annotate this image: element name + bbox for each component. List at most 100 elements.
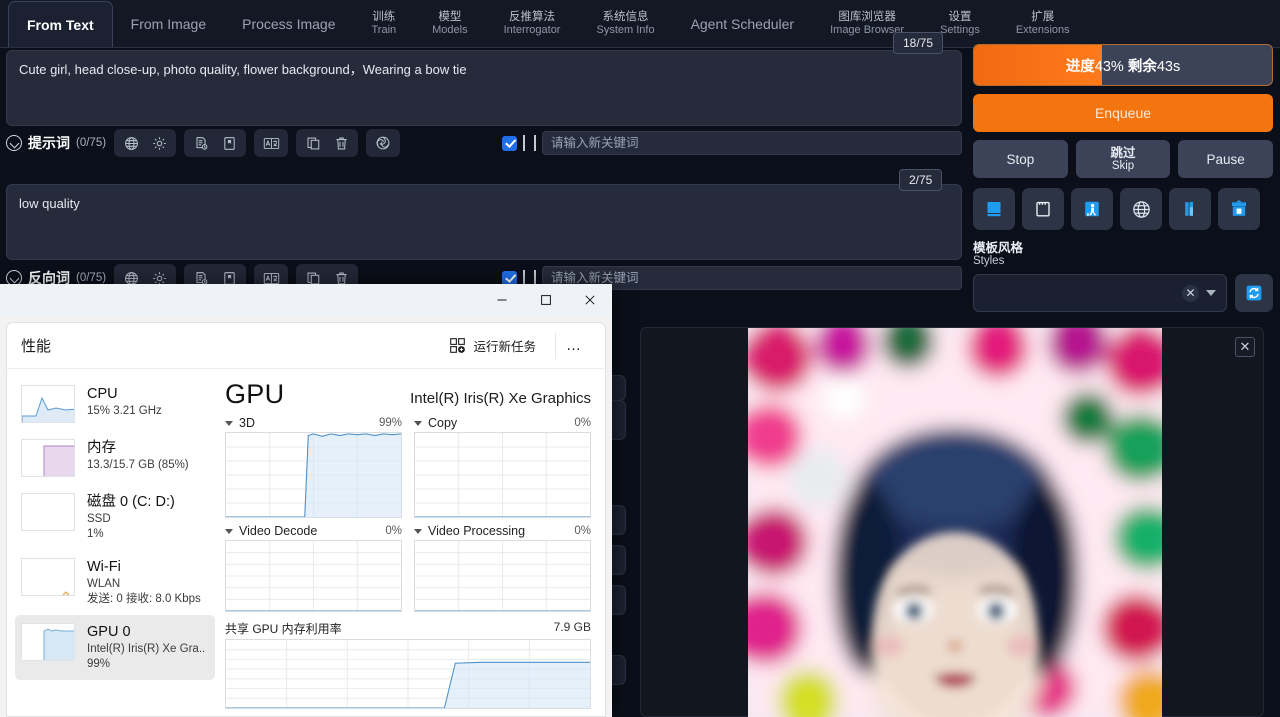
chart-plot (414, 540, 591, 612)
gpu-device-name: Intel(R) Iris(R) Xe Graphics (410, 390, 591, 407)
tab-label-en: Interrogator (503, 24, 561, 36)
stop-button[interactable]: Stop (973, 140, 1068, 178)
prompt-section-title[interactable]: 提示词 (0/75) (6, 133, 106, 153)
output-gallery[interactable]: ✕ (640, 327, 1264, 717)
gpu-chart-row: 3D 99% Copy 0% (225, 416, 591, 518)
page-title: 性能 (21, 338, 52, 355)
chevron-down-icon[interactable] (1206, 290, 1216, 296)
gpu-charts-grid: 3D 99% Copy 0% Video Decode 0% Video Processin… (225, 416, 591, 612)
header-actions: 运行新任务 … (440, 331, 591, 360)
remaining-word-cn: 剩余 (1127, 58, 1157, 75)
sidebar-item--0-c-d-[interactable]: 磁盘 0 (C: D:) SSD 1% (15, 485, 215, 550)
translate-icon[interactable] (258, 132, 284, 154)
chevron-down-icon[interactable] (414, 420, 422, 426)
tab-label-en: System Info (596, 24, 655, 36)
chevron-down-icon[interactable] (225, 420, 233, 426)
copy-icon[interactable] (300, 132, 326, 154)
trash-icon[interactable] (328, 132, 354, 154)
quick-action-icons (973, 188, 1273, 230)
close-x-icon[interactable]: ✕ (1182, 284, 1199, 302)
tab-label: Agent Scheduler (690, 16, 795, 32)
task-manager-window[interactable]: 性能 运行新任务 … CPU 15% 3.21 GHz 内存 13.3/15.7… (0, 284, 612, 717)
sidebar-item-gpu-0[interactable]: GPU 0 Intel(R) Iris(R) Xe Gra.. 99% (15, 615, 215, 680)
tab-models[interactable]: 模型 Models (414, 1, 485, 47)
prompt-icon-group-4 (296, 129, 359, 157)
sidebar-item-sub2: 1% (87, 528, 104, 540)
sidebar-item-wi-fi[interactable]: Wi-Fi WLAN 发送: 0 接收: 8.0 Kbps (15, 550, 215, 615)
generated-image[interactable] (748, 328, 1162, 717)
negative-token-counter: 2/75 (899, 169, 943, 191)
book-icon[interactable] (973, 188, 1015, 230)
window-titlebar[interactable] (0, 284, 612, 316)
gear-icon[interactable] (146, 132, 172, 154)
tab-label-en: Settings (940, 24, 980, 36)
run-new-task-button[interactable]: 运行新任务 (440, 331, 545, 360)
pause-button[interactable]: Pause (1178, 140, 1274, 178)
prompt-keyword-checkbox[interactable] (502, 135, 517, 151)
chevron-down-icon (6, 135, 22, 151)
close-preview-button[interactable]: ✕ (1235, 337, 1255, 357)
generation-panel: 进度43% 剩余43s Enqueue Stop 跳过 Skip Pause 模… (973, 44, 1274, 312)
stop-label: Stop (1006, 151, 1035, 167)
sidebar-item-label: GPU 0 (87, 624, 131, 640)
person-icon[interactable] (1071, 188, 1113, 230)
archive-icon[interactable] (1218, 188, 1260, 230)
shared-memory-caption: 共享 GPU 内存利用率 7.9 GB (225, 620, 591, 637)
enqueue-button[interactable]: Enqueue (973, 94, 1273, 132)
chart-caption: Video Processing 0% (414, 524, 591, 540)
document-clock-icon[interactable] (188, 132, 214, 154)
chart-label: Video Decode (239, 524, 318, 538)
tab-label: From Text (27, 16, 94, 33)
more-options-button[interactable]: … (555, 332, 591, 359)
styles-label: 模板风格 Styles (973, 242, 1273, 268)
prompt-icon-group-5 (366, 129, 401, 157)
prompt-keyword-input[interactable]: 请输入新关键词 (542, 131, 962, 155)
transport-buttons: Stop 跳过 Skip Pause (973, 140, 1274, 178)
styles-select[interactable]: ✕ (973, 274, 1227, 312)
close-icon[interactable] (568, 284, 612, 316)
generate-progress-button[interactable]: 进度43% 剩余43s (973, 44, 1273, 86)
openai-swirl-icon[interactable] (370, 132, 396, 154)
clipboard-icon[interactable] (1022, 188, 1064, 230)
chart-caption: 3D 99% (225, 416, 402, 432)
skip-button[interactable]: 跳过 Skip (1075, 140, 1171, 178)
tab-from-image[interactable]: From Image (113, 1, 224, 47)
prompt-area: Cute girl, head close-up, photo quality,… (6, 50, 962, 126)
tab-extensions[interactable]: 扩展 Extensions (998, 1, 1088, 47)
minimize-icon[interactable] (480, 284, 524, 316)
bookmark-icon[interactable] (216, 132, 242, 154)
chart-label: Copy (428, 416, 458, 430)
chart-label: Video Processing (428, 524, 526, 538)
sidebar-item-sub1: WLAN (87, 578, 121, 590)
chart-value: 0% (574, 417, 591, 429)
globe-icon[interactable] (1120, 188, 1162, 230)
run-new-task-label: 运行新任务 (473, 340, 536, 354)
prompt-textarea[interactable]: Cute girl, head close-up, photo quality,… (6, 50, 962, 126)
sidebar-item-label: 磁盘 0 (C: D:) (87, 494, 175, 510)
bars-icon[interactable] (1169, 188, 1211, 230)
tab-label-en: Extensions (1015, 24, 1070, 36)
sidebar-item-sub1: 15% 3.21 GHz (87, 405, 162, 417)
maximize-icon[interactable] (524, 284, 568, 316)
tab-system-info[interactable]: 系统信息 System Info (578, 1, 672, 47)
chart-label: 3D (239, 416, 255, 430)
sidebar-item--[interactable]: 内存 13.3/15.7 GB (85%) (15, 431, 215, 485)
globe-icon[interactable] (118, 132, 144, 154)
sidebar-item-cpu[interactable]: CPU 15% 3.21 GHz (15, 377, 215, 431)
tab-label: Process Image (242, 16, 336, 32)
styles-label-en: Styles (973, 255, 1005, 267)
sidebar-item-sub2: 99% (87, 658, 111, 670)
negative-prompt-textarea[interactable]: low quality (6, 184, 962, 260)
tab-interrogator[interactable]: 反推算法 Interrogator (486, 1, 579, 47)
chevron-down-icon[interactable] (414, 528, 422, 534)
tab-train[interactable]: 训练 Train (353, 1, 414, 47)
tab-label-en: Train (371, 24, 397, 36)
sidebar-thumbnail (21, 439, 75, 477)
tab-from-text[interactable]: From Text (8, 1, 113, 47)
chevron-down-icon[interactable] (225, 528, 233, 534)
shared-memory-value: 7.9 GB (553, 620, 591, 634)
tab-agent-scheduler[interactable]: Agent Scheduler (673, 1, 813, 47)
refresh-icon[interactable] (1235, 274, 1273, 312)
prompt-section-count: (0/75) (76, 137, 107, 149)
tab-process-image[interactable]: Process Image (224, 1, 353, 47)
